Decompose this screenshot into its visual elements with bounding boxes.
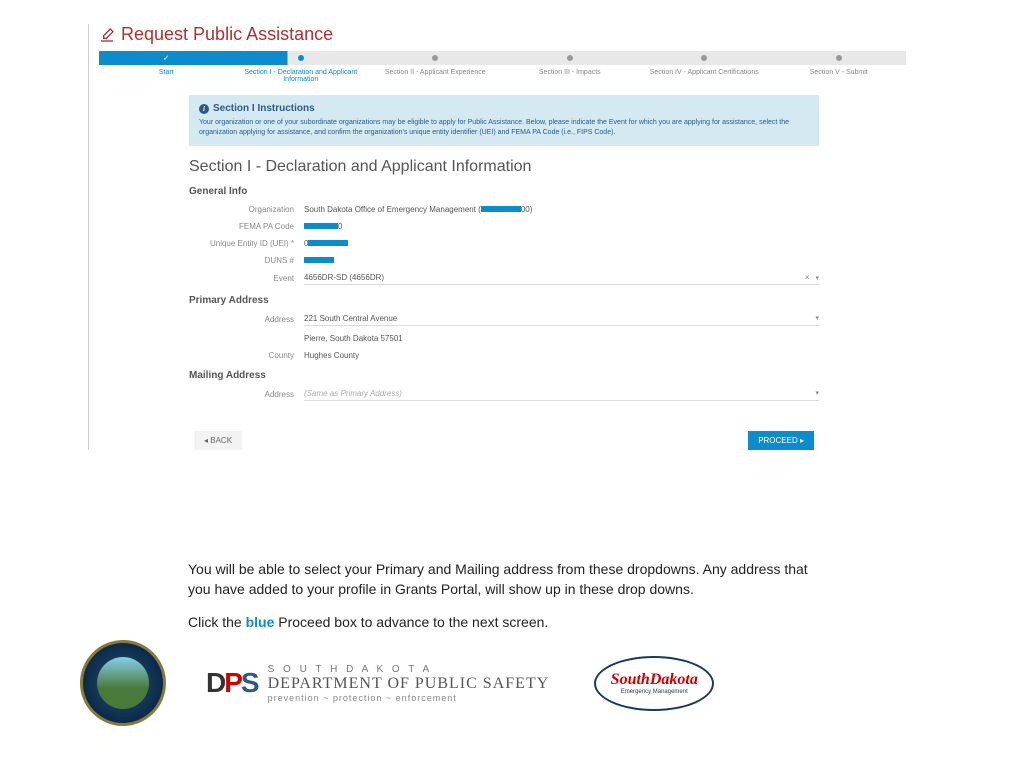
step-section5 [772, 51, 907, 65]
dps-tag: prevention ~ protection ~ enforcement [268, 693, 550, 703]
step-section4 [637, 51, 772, 65]
row-event: Event 4656DR-SD (4656DR) × ▾ [189, 273, 819, 285]
address-select[interactable]: 221 South Central Avenue ▾ [304, 314, 819, 326]
mail-addr-label: Address [189, 390, 304, 399]
dps-logo-block: DPS S O U T H D A K O T A DEPARTMENT OF … [206, 664, 549, 703]
instructions-title-text: Section I Instructions [213, 103, 315, 114]
redacted [308, 240, 348, 246]
row-pa-code: FEMA PA Code 0 [189, 222, 819, 231]
mailing-address-select[interactable]: (Same as Primary Address) ▾ [304, 389, 819, 401]
row-county: County Hughes County [189, 351, 819, 360]
proceed-button[interactable]: PROCEED ▸ [748, 431, 814, 450]
oem-script: SouthDakota [611, 671, 698, 689]
button-row: ◂ BACK PROCEED ▸ [189, 431, 819, 450]
duns-value [304, 256, 819, 265]
org-value: South Dakota Office of Emergency Managem… [304, 205, 819, 214]
pa-value: 0 [304, 222, 819, 231]
county-label: County [189, 351, 304, 360]
row-uei: Unique Entity ID (UEI) * 0 [189, 239, 819, 248]
chevron-down-icon[interactable]: ▾ [815, 275, 819, 282]
help-p1: You will be able to select your Primary … [188, 560, 828, 599]
oem-logo: SouthDakota Emergency Management [589, 648, 719, 718]
step-label-1: Section I - Declaration and Applicant In… [234, 67, 369, 85]
step-label-0: Start [99, 67, 234, 85]
mail-placeholder: (Same as Primary Address) [304, 389, 402, 398]
chevron-down-icon[interactable]: ▾ [815, 314, 819, 322]
page-title-text: Request Public Assistance [121, 24, 333, 45]
clear-icon[interactable]: × [805, 273, 810, 282]
redacted [304, 257, 334, 263]
step-label-4: Section IV - Applicant Certifications [637, 67, 772, 85]
step-section1[interactable] [234, 51, 369, 65]
mailing-address-heading: Mailing Address [189, 370, 819, 381]
section-heading: Section I - Declaration and Applicant In… [189, 158, 819, 176]
dps-sd: S O U T H D A K O T A [268, 664, 550, 675]
step-section2 [368, 51, 503, 65]
chevron-down-icon[interactable]: ▾ [815, 389, 819, 397]
uei-value: 0 [304, 239, 819, 248]
row-mailing-address: Address (Same as Primary Address) ▾ [189, 389, 819, 401]
edit-icon [99, 27, 115, 43]
event-label: Event [189, 274, 304, 283]
state-seal [80, 640, 166, 726]
pa-label: FEMA PA Code [189, 222, 304, 231]
step-label-2: Section II - Applicant Experience [368, 67, 503, 85]
instructions-body: Your organization or one of your subordi… [199, 118, 809, 138]
duns-label: DUNS # [189, 256, 304, 265]
page-title: Request Public Assistance [99, 24, 906, 45]
dps-text: S O U T H D A K O T A DEPARTMENT OF PUBL… [268, 664, 550, 703]
addr-city: Pierre, South Dakota 57501 [304, 334, 819, 343]
event-value: 4656DR-SD (4656DR) [304, 273, 384, 282]
help-p2: Click the blue Proceed box to advance to… [188, 613, 828, 633]
row-duns: DUNS # [189, 256, 819, 265]
info-icon: i [199, 104, 209, 114]
back-button[interactable]: ◂ BACK [194, 431, 242, 450]
row-address: Address 221 South Central Avenue ▾ [189, 314, 819, 326]
redacted [304, 223, 338, 229]
uei-label: Unique Entity ID (UEI) * [189, 239, 304, 248]
step-label-3: Section III - Impacts [503, 67, 638, 85]
redacted [481, 206, 521, 212]
instructions-title: i Section I Instructions [199, 103, 809, 114]
event-select[interactable]: 4656DR-SD (4656DR) × ▾ [304, 273, 819, 285]
step-start[interactable]: ✓ [99, 51, 234, 65]
form-content: i Section I Instructions Your organizati… [99, 85, 819, 450]
addr-value: 221 South Central Avenue [304, 314, 397, 323]
org-label: Organization [189, 205, 304, 214]
progress-bar: ✓ [99, 51, 906, 65]
county-value: Hughes County [304, 351, 819, 360]
help-text: You will be able to select your Primary … [188, 560, 828, 647]
general-info-heading: General Info [189, 186, 819, 197]
step-section3 [503, 51, 638, 65]
dps-main: DEPARTMENT OF PUBLIC SAFETY [268, 675, 550, 693]
progress-labels: Start Section I - Declaration and Applic… [99, 67, 906, 85]
primary-address-heading: Primary Address [189, 295, 819, 306]
instructions-box: i Section I Instructions Your organizati… [189, 95, 819, 146]
step-label-5: Section V - Submit [772, 67, 907, 85]
oem-sub: Emergency Management [621, 689, 688, 695]
row-address-city: Pierre, South Dakota 57501 [189, 334, 819, 343]
app-frame: Request Public Assistance ✓ Start Sectio… [88, 24, 906, 450]
addr-label: Address [189, 315, 304, 324]
row-organization: Organization South Dakota Office of Emer… [189, 205, 819, 214]
logo-row: DPS S O U T H D A K O T A DEPARTMENT OF … [80, 640, 719, 726]
dps-logo-mark: DPS [206, 667, 258, 700]
